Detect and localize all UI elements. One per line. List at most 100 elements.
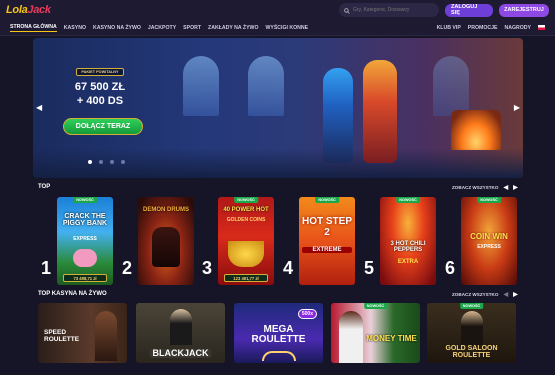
game-title: COIN WIN	[470, 232, 508, 241]
host-art	[339, 311, 363, 363]
dealer-art	[461, 311, 483, 345]
hero-bonus: + 400 DS	[76, 95, 124, 107]
search-icon	[344, 1, 350, 19]
top-header: LolaJack ZALOGUJ SIĘ ZAREJESTRUJ	[0, 0, 555, 20]
game-subtitle: EXTRA	[397, 259, 419, 265]
piggy-art	[73, 249, 97, 267]
live-prev-icon[interactable]: ◀	[503, 291, 508, 298]
new-badge: NOWOŚĆ	[396, 197, 420, 203]
game-subtitle: EXPRESS	[477, 244, 501, 250]
live-card-blackjack[interactable]: BLACKJACK	[136, 303, 225, 363]
multiplier-badge: 500x	[297, 309, 317, 319]
nav-item-horse-racing[interactable]: WYŚCIGI KONNE	[265, 25, 308, 31]
nav-item-sport[interactable]: SPORT	[183, 25, 201, 31]
hero-dot[interactable]	[110, 160, 114, 164]
game-title: CRACK THE PIGGY BANK	[62, 213, 108, 228]
search-box[interactable]	[339, 3, 439, 17]
top-see-all-link[interactable]: ZOBACZ WSZYSTKO	[452, 185, 498, 190]
nav-item-live-betting[interactable]: ZAKŁADY NA ŻYWO	[208, 25, 258, 31]
hero-window-art	[248, 56, 284, 116]
demon-art	[152, 227, 180, 267]
game-subtitle: GOLDEN COINS	[226, 217, 266, 223]
rank-number: 2	[121, 258, 132, 278]
hero-dot[interactable]	[99, 160, 103, 164]
game-title: 40 POWER HOT	[223, 207, 269, 213]
hero-fireplace-art	[451, 110, 501, 150]
jackpot-value: 123 491,77 zł	[224, 274, 268, 282]
top-see-all: ZOBACZ WSZYSTKO ◀ ▶	[452, 184, 518, 191]
language-flag-icon[interactable]	[538, 25, 545, 30]
nav-item-live-casino[interactable]: KASYNO NA ŻYWO	[93, 25, 141, 31]
hero-tag: PAKIET POWITALNY	[76, 68, 124, 76]
rank-number: 6	[444, 258, 455, 278]
game-card-3-hot-chili-peppers[interactable]: NOWOŚĆ 3 HOT CHILI PEPPERS EXTRA	[380, 197, 436, 285]
logo[interactable]: LolaJack	[6, 4, 51, 16]
live-section-title: TOP KASYNA NA ŻYWO	[38, 291, 107, 297]
new-badge: NOWOŚĆ	[459, 303, 484, 309]
top-section-title: TOP	[38, 184, 51, 190]
hero-window-art	[433, 56, 469, 116]
search-input[interactable]	[353, 7, 434, 13]
new-badge: NOWOŚĆ	[315, 197, 339, 203]
live-see-all: ZOBACZ WSZYSTKO ◀ ▶	[452, 291, 518, 298]
hero-next-arrow-icon[interactable]: ▶	[514, 103, 520, 112]
hero-promo: PAKIET POWITALNY 67 500 ZŁ + 400 DS	[60, 68, 140, 107]
hero-dot[interactable]	[88, 160, 92, 164]
rank-number: 1	[40, 258, 51, 278]
live-card-money-time[interactable]: NOWOŚĆ MONEY TIME	[331, 303, 420, 363]
live-title: BLACKJACK	[150, 349, 211, 358]
nav-item-rewards[interactable]: NAGRODY	[504, 25, 531, 31]
top-prev-icon[interactable]: ◀	[503, 184, 508, 191]
live-see-all-link[interactable]: ZOBACZ WSZYSTKO	[452, 292, 498, 297]
game-card-demon-drums[interactable]: DEMON DRUMS	[138, 197, 194, 285]
register-button[interactable]: ZAREJESTRUJ	[499, 3, 549, 17]
nav-item-home[interactable]: STRONA GŁÓWNA	[10, 24, 57, 32]
game-card-crack-the-piggy-bank[interactable]: NOWOŚĆ CRACK THE PIGGY BANK EXPRESS 73 4…	[57, 197, 113, 285]
live-title: GOLD SALOON ROULETTE	[445, 345, 498, 359]
login-button[interactable]: ZALOGUJ SIĘ	[445, 3, 493, 17]
hero-prev-arrow-icon[interactable]: ◀	[36, 103, 42, 112]
dealer-art	[95, 311, 117, 361]
game-card-coin-win[interactable]: NOWOŚĆ COIN WIN EXPRESS	[461, 197, 517, 285]
logo-part-2: Jack	[27, 4, 51, 16]
hero-banner[interactable]: PAKIET POWITALNY 67 500 ZŁ + 400 DS DOŁĄ…	[33, 38, 523, 178]
game-title: HOT STEP 2	[302, 216, 353, 238]
live-next-icon[interactable]: ▶	[513, 291, 518, 298]
game-subtitle: EXPRESS	[73, 236, 97, 242]
hero-dot[interactable]	[121, 160, 125, 164]
new-badge: NOWOŚĆ	[363, 303, 388, 309]
live-card-mega-roulette[interactable]: 500x MEGA ROULETTE	[234, 303, 323, 363]
rank-number: 4	[282, 258, 293, 278]
hero-window-art	[183, 56, 219, 116]
top-next-icon[interactable]: ▶	[513, 184, 518, 191]
jackpot-value: 73 498,71 zł	[63, 274, 107, 282]
game-title: DEMON DRUMS	[143, 207, 189, 213]
live-card-gold-saloon-roulette[interactable]: NOWOŚĆ GOLD SALOON ROULETTE	[427, 303, 516, 363]
nav-item-vip-club[interactable]: KLUB VIP	[437, 25, 461, 31]
gold-pot-art	[228, 241, 264, 267]
game-subtitle: EXTREME	[302, 247, 352, 254]
hero-character-blue-art	[323, 68, 353, 163]
rank-number: 3	[201, 258, 212, 278]
game-card-40-power-hot[interactable]: NOWOŚĆ 40 POWER HOT GOLDEN COINS 123 491…	[218, 197, 274, 285]
new-badge: NOWOŚĆ	[234, 197, 258, 203]
roulette-wheel-art	[262, 351, 296, 361]
live-title: SPEED ROULETTE	[44, 329, 80, 343]
hero-amount: 67 500 ZŁ	[74, 81, 126, 93]
new-badge: NOWOŚĆ	[477, 197, 501, 203]
join-now-button[interactable]: DOŁĄCZ TERAZ	[63, 118, 143, 135]
game-card-hot-step-2[interactable]: NOWOŚĆ HOT STEP 2 EXTREME	[299, 197, 355, 285]
dealer-art	[170, 309, 192, 345]
nav-item-promotions[interactable]: PROMOCJE	[468, 25, 498, 31]
nav-item-jackpots[interactable]: JACKPOTY	[148, 25, 176, 31]
logo-part-1: Lola	[6, 4, 28, 16]
nav-item-casino[interactable]: KASYNO	[64, 25, 86, 31]
main-nav: STRONA GŁÓWNA KASYNO KASYNO NA ŻYWO JACK…	[0, 20, 555, 36]
game-title: 3 HOT CHILI PEPPERS	[390, 241, 426, 254]
live-card-speed-roulette[interactable]: SPEED ROULETTE	[38, 303, 127, 363]
hero-pagination	[88, 160, 125, 164]
rank-number: 5	[363, 258, 374, 278]
hero-character-red-art	[363, 60, 397, 163]
live-title: MONEY TIME	[366, 334, 417, 343]
page: LolaJack ZALOGUJ SIĘ ZAREJESTRUJ STRONA …	[0, 0, 555, 375]
